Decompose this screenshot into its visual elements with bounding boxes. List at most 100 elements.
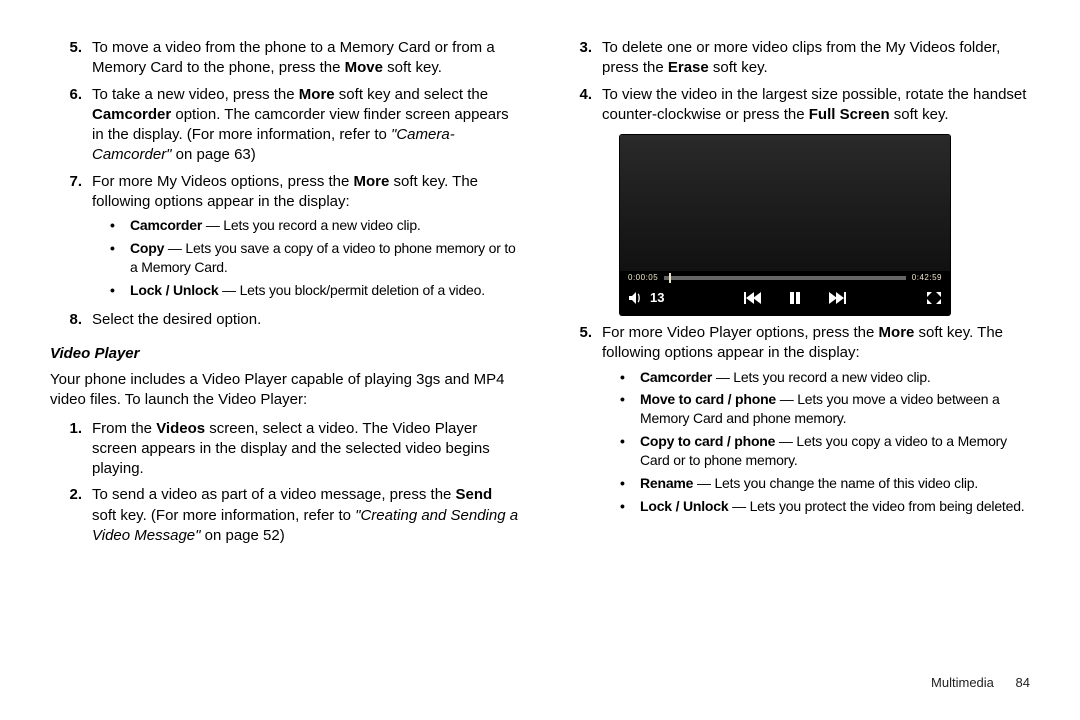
bullet-dot: • bbox=[110, 216, 130, 235]
bullet-dot: • bbox=[110, 239, 130, 277]
bullet-item: •Lock / Unlock — Lets you protect the vi… bbox=[620, 497, 1030, 516]
list-number: 5. bbox=[50, 38, 92, 79]
text: For more Video Player options, press the bbox=[602, 324, 879, 341]
bold-term: Erase bbox=[668, 59, 709, 76]
total-time: 0:42:59 bbox=[912, 273, 942, 284]
numbered-list-left-bottom: 1. From the Videos screen, select a vide… bbox=[50, 419, 520, 553]
text: — Lets you record a new video clip. bbox=[202, 217, 420, 233]
bullet-list: •Camcorder — Lets you record a new video… bbox=[620, 368, 1030, 516]
text: soft key and select the bbox=[335, 86, 488, 103]
progress-playhead bbox=[669, 273, 671, 283]
bullet-item: •Rename — Lets you change the name of th… bbox=[620, 474, 1030, 493]
bold-term: Camcorder bbox=[92, 106, 171, 123]
text: — Lets you change the name of this video… bbox=[693, 475, 978, 491]
list-number: 2. bbox=[50, 485, 92, 546]
list-body: From the Videos screen, select a video. … bbox=[92, 419, 520, 480]
list-number: 5. bbox=[560, 323, 602, 520]
text: — Lets you block/permit deletion of a vi… bbox=[218, 282, 484, 298]
bold-term: Move bbox=[345, 59, 383, 76]
list-body: For more Video Player options, press the… bbox=[602, 323, 1030, 520]
text: soft key. bbox=[709, 59, 768, 76]
list-body: For more My Videos options, press the Mo… bbox=[92, 172, 520, 304]
bullet-item: •Camcorder — Lets you record a new video… bbox=[110, 216, 520, 235]
bullet-dot: • bbox=[110, 281, 130, 300]
transport-controls bbox=[743, 291, 847, 305]
bullet-item: •Camcorder — Lets you record a new video… bbox=[620, 368, 1030, 387]
list-item: 1. From the Videos screen, select a vide… bbox=[50, 419, 520, 480]
numbered-list-left-top: 5. To move a video from the phone to a M… bbox=[50, 38, 520, 336]
player-controls: 13 bbox=[628, 287, 942, 309]
list-item: 6. To take a new video, press the More s… bbox=[50, 85, 520, 166]
text: on page 52) bbox=[200, 527, 284, 544]
list-item: 8. Select the desired option. bbox=[50, 310, 520, 330]
bold-term: More bbox=[299, 86, 335, 103]
bullet-dot: • bbox=[620, 474, 640, 493]
bold-term: Camcorder bbox=[130, 217, 202, 233]
text: — Lets you protect the video from being … bbox=[728, 498, 1024, 514]
text: For more My Videos options, press the bbox=[92, 173, 354, 190]
elapsed-time: 0:00:05 bbox=[628, 273, 658, 284]
bold-term: Videos bbox=[156, 420, 205, 437]
bold-term: More bbox=[879, 324, 915, 341]
bullet-item: •Copy — Lets you save a copy of a video … bbox=[110, 239, 520, 277]
page-footer: Multimedia 84 bbox=[931, 674, 1030, 692]
text: — Lets you record a new video clip. bbox=[712, 369, 930, 385]
bold-term: Camcorder bbox=[640, 369, 712, 385]
bold-term: Rename bbox=[640, 475, 693, 491]
list-body: Select the desired option. bbox=[92, 310, 520, 330]
bold-term: Copy bbox=[130, 240, 164, 256]
bullet-item: •Copy to card / phone — Lets you copy a … bbox=[620, 432, 1030, 470]
list-number: 6. bbox=[50, 85, 92, 166]
bold-term: Send bbox=[456, 486, 493, 503]
text: soft key. bbox=[383, 59, 442, 76]
section-subheading: Video Player bbox=[50, 344, 520, 364]
progress-row: 0:00:05 0:42:59 bbox=[628, 273, 942, 283]
list-item: 4. To view the video in the largest size… bbox=[560, 85, 1030, 126]
bullet-dot: • bbox=[620, 390, 640, 428]
text: soft key. bbox=[890, 106, 949, 123]
list-item: 2. To send a video as part of a video me… bbox=[50, 485, 520, 546]
bold-term: Move to card / phone bbox=[640, 391, 776, 407]
text: From the bbox=[92, 420, 156, 437]
list-body: To move a video from the phone to a Memo… bbox=[92, 38, 520, 79]
previous-track-icon[interactable] bbox=[743, 291, 761, 305]
text: — Lets you save a copy of a video to pho… bbox=[130, 240, 516, 275]
text: To send a video as part of a video messa… bbox=[92, 486, 456, 503]
list-body: To send a video as part of a video messa… bbox=[92, 485, 520, 546]
bullet-list: •Camcorder — Lets you record a new video… bbox=[110, 216, 520, 300]
list-number: 8. bbox=[50, 310, 92, 330]
video-area bbox=[620, 135, 950, 271]
bold-term: More bbox=[354, 173, 390, 190]
bold-term: Full Screen bbox=[809, 106, 890, 123]
text: To take a new video, press the bbox=[92, 86, 299, 103]
page: 5. To move a video from the phone to a M… bbox=[0, 0, 1080, 720]
list-body: To take a new video, press the More soft… bbox=[92, 85, 520, 166]
text: on page 63) bbox=[172, 146, 256, 163]
list-item: 3. To delete one or more video clips fro… bbox=[560, 38, 1030, 79]
list-item: 5. To move a video from the phone to a M… bbox=[50, 38, 520, 79]
text: To delete one or more video clips from t… bbox=[602, 39, 1000, 76]
list-number: 3. bbox=[560, 38, 602, 79]
bullet-dot: • bbox=[620, 368, 640, 387]
pause-icon[interactable] bbox=[789, 291, 801, 305]
text: soft key. (For more information, refer t… bbox=[92, 507, 355, 524]
footer-section: Multimedia bbox=[931, 675, 994, 690]
video-player-figure: 0:00:05 0:42:59 13 bbox=[620, 135, 950, 315]
numbered-list-right-top: 3. To delete one or more video clips fro… bbox=[560, 38, 1030, 131]
fullscreen-icon[interactable] bbox=[926, 291, 942, 305]
list-body: To delete one or more video clips from t… bbox=[602, 38, 1030, 79]
speaker-icon[interactable] bbox=[628, 291, 644, 305]
paragraph: Your phone includes a Video Player capab… bbox=[50, 370, 520, 411]
list-body: To view the video in the largest size po… bbox=[602, 85, 1030, 126]
list-item: 5. For more Video Player options, press … bbox=[560, 323, 1030, 520]
progress-bar[interactable] bbox=[664, 276, 906, 280]
bullet-dot: • bbox=[620, 432, 640, 470]
page-number: 84 bbox=[1016, 675, 1030, 690]
next-track-icon[interactable] bbox=[829, 291, 847, 305]
bold-term: Lock / Unlock bbox=[130, 282, 218, 298]
list-item: 7. For more My Videos options, press the… bbox=[50, 172, 520, 304]
bold-term: Copy to card / phone bbox=[640, 433, 775, 449]
text: Select the desired option. bbox=[92, 311, 261, 328]
list-number: 4. bbox=[560, 85, 602, 126]
volume-level: 13 bbox=[650, 289, 664, 307]
